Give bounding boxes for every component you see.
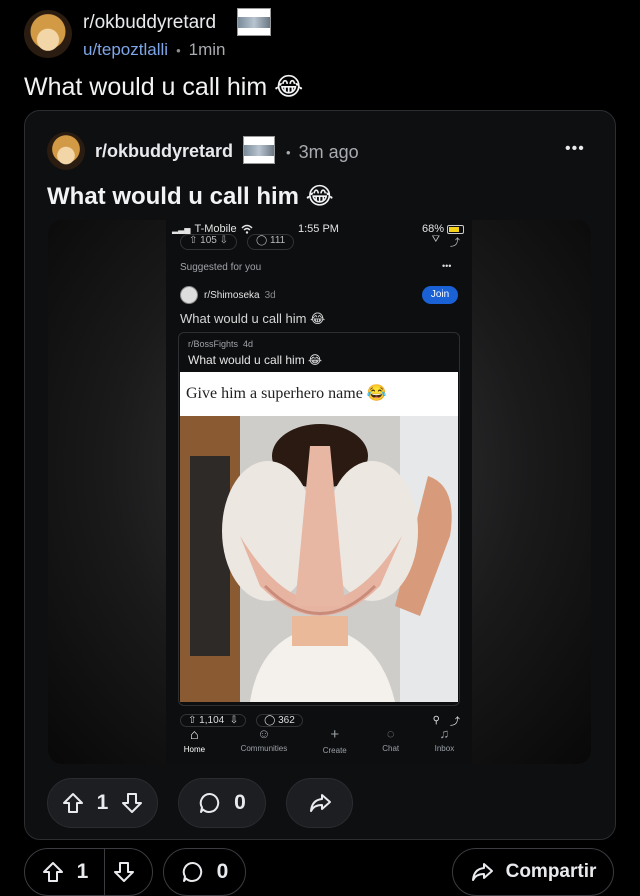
battery-icon [447, 224, 465, 234]
nav-inbox: ♫ Inbox [434, 726, 455, 753]
chat-icon: ◌ [386, 726, 395, 741]
crosspost-flair-image [243, 136, 275, 164]
author-line: u/tepoztlalli • 1min [83, 40, 225, 60]
upvote-arrow-icon[interactable] [61, 791, 85, 815]
comment-bubble-icon [181, 860, 205, 884]
crosspost-vote-pill: 1 [47, 778, 158, 828]
crosspost-age: 3m ago [298, 142, 359, 162]
wifi-icon [241, 224, 253, 234]
inner-post-title: What would u call him 😂 [180, 311, 326, 326]
inner-sub-line: r/Shimoseka 3d [204, 290, 276, 301]
join-button: Join [422, 286, 458, 304]
share-label: Compartir [505, 861, 597, 882]
suggested-menu: ••• [442, 261, 452, 271]
post-title[interactable]: What would u call him 😂 [24, 72, 303, 102]
crosspost-subreddit-avatar[interactable] [47, 132, 85, 170]
share-arrow-icon [470, 860, 494, 884]
meme-photo [180, 416, 458, 702]
share-arrow-icon [308, 791, 332, 815]
nav-chat: ◌ Chat [382, 726, 400, 753]
separator-dot: • [286, 145, 291, 160]
subreddit-name[interactable]: r/okbuddyretard [83, 12, 216, 34]
comment-bubble-icon [198, 791, 222, 815]
comment-button[interactable]: 0 [163, 848, 246, 896]
nav-home: ⌂ Home [183, 726, 206, 754]
inner-crosspost-sub: r/BossFights 4d [188, 339, 254, 349]
meme-caption: Give him a superhero name 😂 [186, 385, 387, 402]
plus-icon: + [330, 726, 340, 743]
downvote-arrow-icon[interactable] [112, 860, 136, 884]
crosspost-vote-count: 1 [96, 791, 109, 814]
vote-pill: 1 [24, 848, 153, 896]
shimoseka-avatar [180, 286, 198, 304]
suggested-label: Suggested for you [180, 262, 262, 273]
vote-divider [104, 849, 105, 896]
subreddit-avatar[interactable] [24, 10, 72, 58]
signal-icon: ▂▃▅ [172, 224, 191, 234]
crosspost-comment-button[interactable]: 0 [178, 778, 266, 828]
flair-image [237, 8, 271, 36]
vote-count: 1 [76, 860, 89, 883]
crosspost-meta: • 3m ago [286, 142, 359, 163]
crosspost-title[interactable]: What would u call him 😂 [47, 182, 334, 211]
bell-icon: ♫ [439, 726, 450, 741]
nav-create: + Create [322, 726, 347, 755]
share-button[interactable]: Compartir [452, 848, 614, 896]
more-options-button[interactable]: ••• [565, 140, 585, 158]
crosspost-share-button[interactable] [286, 778, 353, 828]
post-age: 1min [188, 40, 226, 59]
comment-count: 0 [216, 860, 229, 883]
post-media-image[interactable]: ▂▃▅ T-Mobile 1:55 PM 68% ⇧ 105 ⇩ ◯ 111 ⛛… [48, 220, 591, 764]
downvote-arrow-icon[interactable] [120, 791, 144, 815]
upvote-arrow-icon[interactable] [41, 860, 65, 884]
crosspost-subreddit-name[interactable]: r/okbuddyretard [95, 141, 233, 162]
inner-bottom-nav: ⌂ Home ☺ Communities + Create ◌ Chat ♫ I… [166, 726, 472, 764]
nav-communities: ☺ Communities [240, 726, 288, 753]
communities-icon: ☺ [257, 726, 271, 741]
previous-post-actions: ⇧ 105 ⇩ ◯ 111 ⛛ ⤴ [180, 234, 460, 250]
inner-crosspost-title: What would u call him 😂 [188, 353, 323, 367]
author-link[interactable]: u/tepoztlalli [83, 40, 168, 60]
home-icon: ⌂ [190, 726, 199, 742]
crosspost-comment-count: 0 [234, 791, 246, 814]
separator-dot: • [176, 42, 181, 58]
phone-screenshot: ▂▃▅ T-Mobile 1:55 PM 68% ⇧ 105 ⇩ ◯ 111 ⛛… [166, 220, 472, 764]
